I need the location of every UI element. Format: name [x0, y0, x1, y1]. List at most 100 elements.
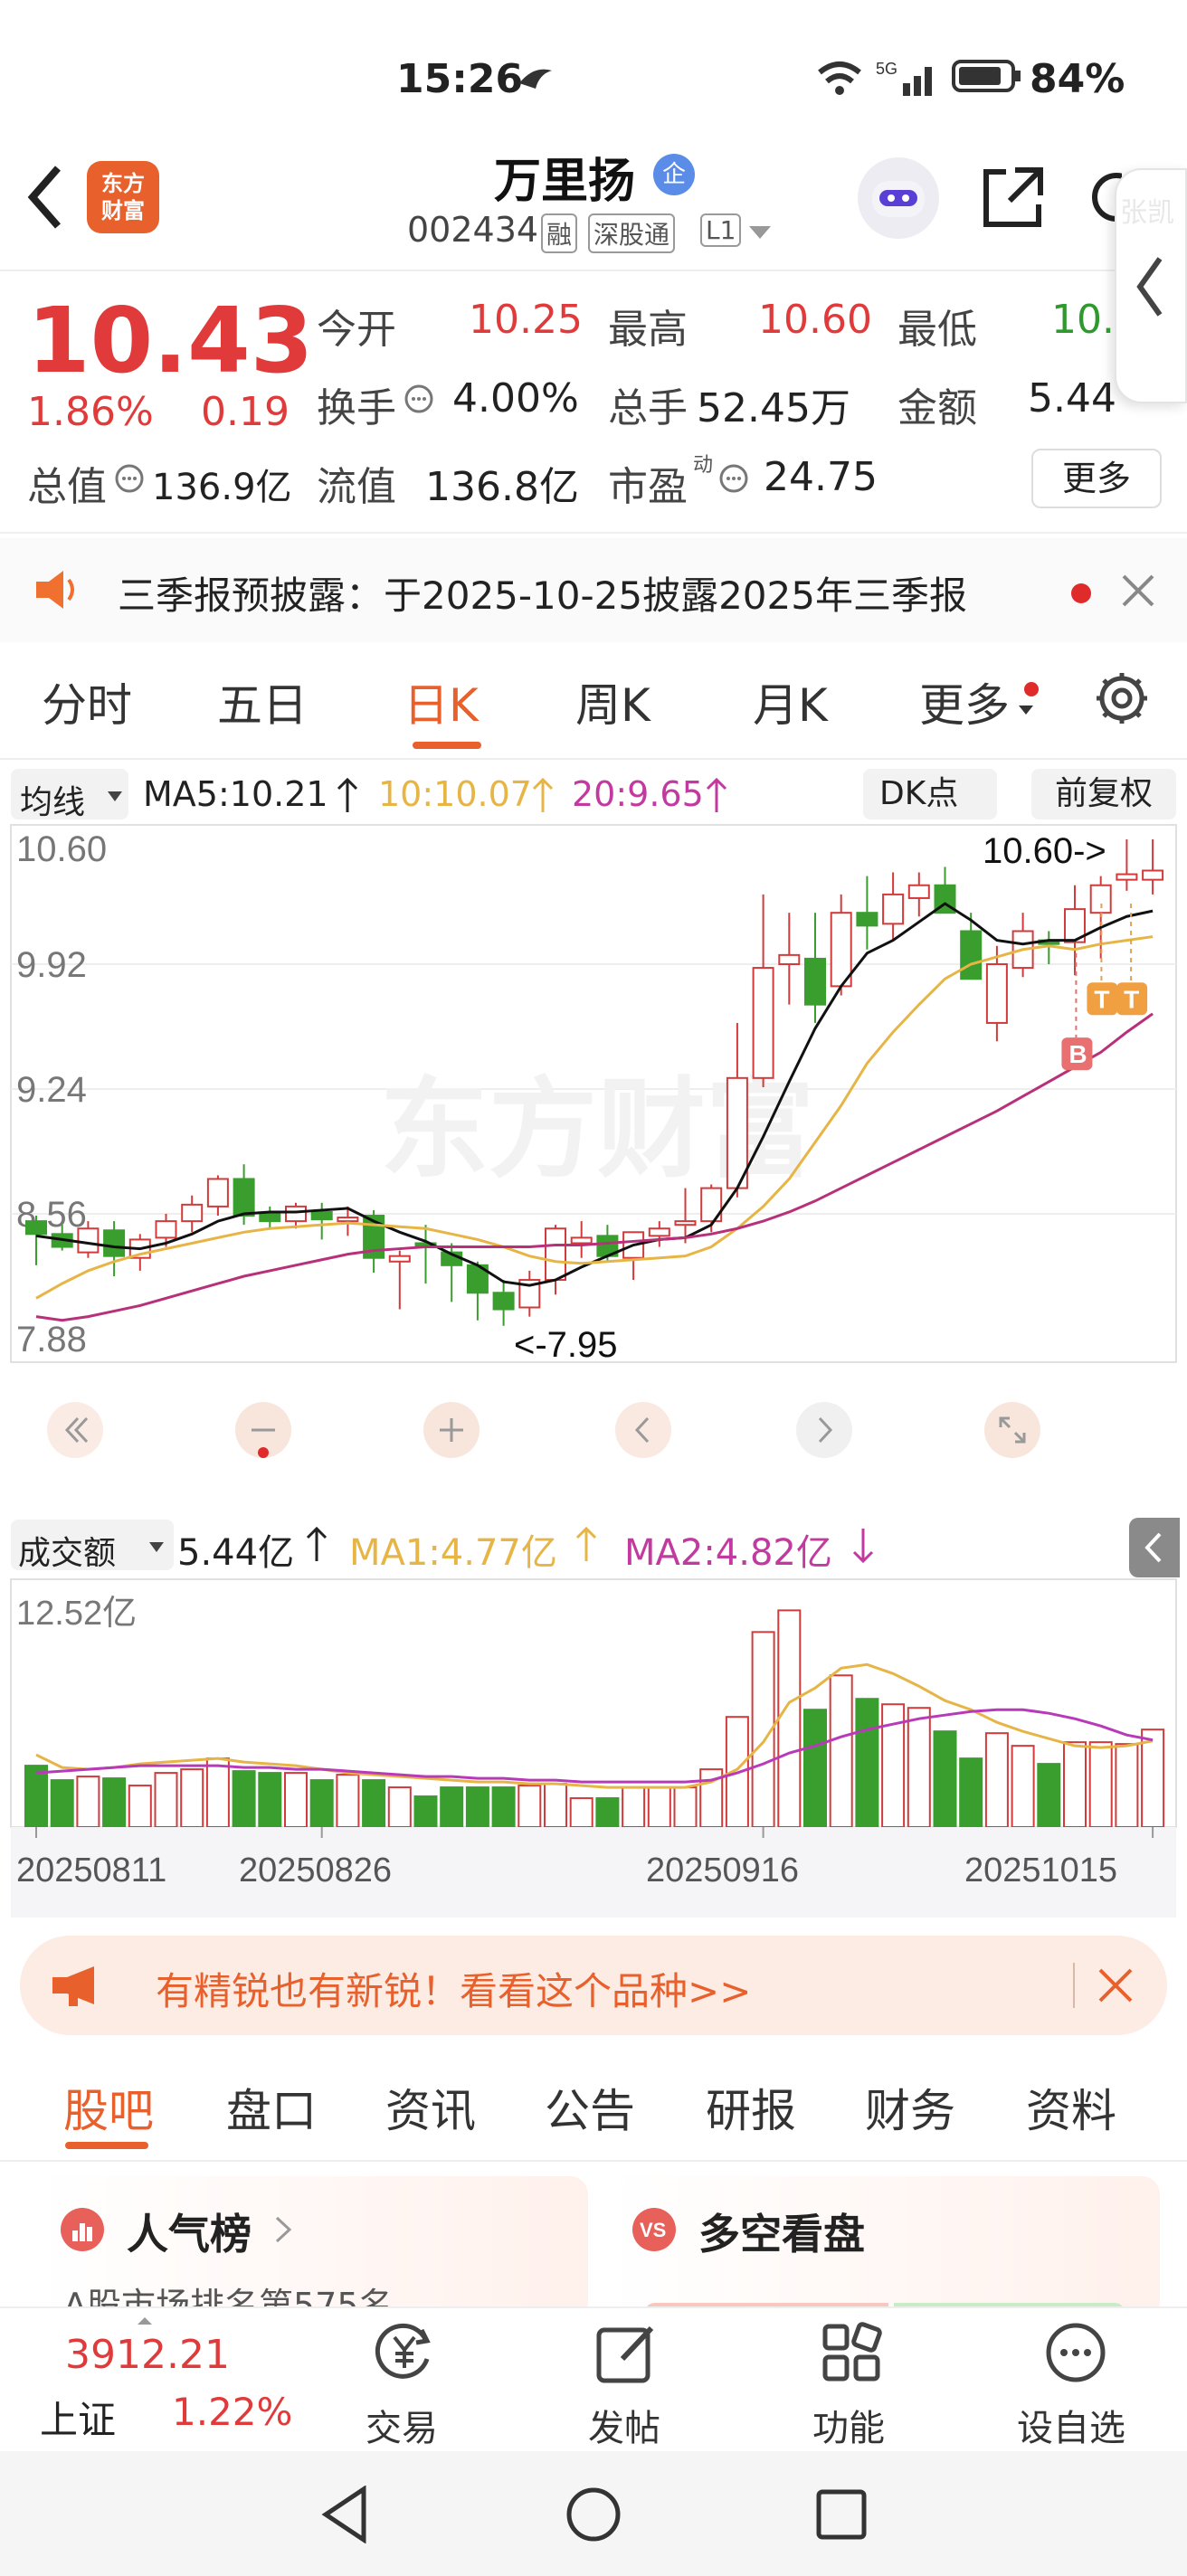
tab-intraday[interactable]: 分时	[42, 669, 132, 734]
yen-icon	[375, 2323, 431, 2379]
volume-bar	[803, 1709, 827, 1828]
bull-bear-card[interactable]: VS 多空看盘	[608, 2176, 1160, 2325]
notice-text: 三季报预披露：于2025-10-25披露2025年三季报	[118, 573, 967, 618]
index-change: 1.22%	[172, 2390, 293, 2434]
candle-body	[960, 930, 983, 980]
dropdown-icon[interactable]	[747, 224, 773, 242]
open-label: 今开	[317, 307, 396, 353]
chart-tabs: 分时 五日 日K 周K 月K 更多	[0, 642, 1187, 760]
info-icon[interactable]	[114, 463, 145, 494]
content-tabs: 股吧 盘口 资讯 公告 研报 财务 资料	[0, 2044, 1187, 2162]
volume-bar	[205, 1757, 230, 1828]
adjust-button[interactable]: 前复权	[1031, 769, 1176, 819]
candle-body	[285, 1205, 307, 1223]
back-triangle-icon[interactable]	[320, 2486, 369, 2543]
minus-icon	[252, 1428, 275, 1458]
vol-ma2-label: MA2:4.82亿	[624, 1532, 832, 1574]
volume-bar	[829, 1674, 853, 1828]
tab-weekly-k[interactable]: 周K	[575, 669, 650, 734]
stock-header: 东方 财富 万里扬 企 002434 融 深股通 L1 张凯	[0, 136, 1187, 403]
svg-text:VS: VS	[640, 2219, 666, 2241]
tab-five-day[interactable]: 五日	[217, 669, 308, 734]
battery-percent: 84%	[1030, 56, 1125, 102]
promo-banner[interactable]: 有精锐也有新锐！看看这个品种>>	[20, 1936, 1167, 2035]
promo-divider	[1073, 1963, 1075, 2008]
index-ticker[interactable]: 3912.21 上证 1.22%	[0, 2308, 326, 2453]
dk-point-button[interactable]: DK点	[863, 769, 997, 819]
candle-body	[103, 1229, 126, 1257]
pe-value: 24.75	[764, 454, 878, 500]
kline-chart[interactable]: 东方财富 10.609.929.248.567.88 10.60-><-7.95…	[0, 823, 1187, 1366]
recents-square-icon[interactable]	[814, 2487, 869, 2542]
chevron-down-icon	[108, 791, 122, 801]
low-value: 10.	[1051, 297, 1115, 343]
market-cap-label: 总值	[27, 464, 107, 510]
volume-bar	[413, 1795, 438, 1828]
status-bar: 15:26 5G 84%	[0, 0, 1187, 154]
feature-cards: 人气榜 A股市场排名第575名 VS 多空看盘	[0, 2162, 1187, 2325]
nav-functions-label: 功能	[812, 2408, 885, 2449]
tab-monthly-k[interactable]: 月K	[753, 669, 828, 734]
battery-icon	[952, 60, 1021, 92]
arrow-up-icon	[532, 778, 554, 812]
tab-daily-k[interactable]: 日K	[404, 669, 479, 734]
volume-chart[interactable]: 12.52亿 20250811 20250826 20250916 20251015	[0, 1577, 1187, 1918]
candle-body	[492, 1292, 515, 1311]
volume-selector[interactable]: 成交额	[11, 1520, 174, 1572]
index-name: 上证	[40, 2398, 117, 2442]
chevron-left-icon	[1144, 1532, 1162, 1563]
home-circle-icon[interactable]	[565, 2486, 622, 2543]
scroll-left-button[interactable]	[615, 1402, 671, 1458]
tab-profile[interactable]: 资料	[1026, 2075, 1116, 2140]
ma-selector[interactable]: 均线	[11, 769, 128, 821]
nav-post[interactable]: 发帖	[566, 2317, 684, 2449]
candle-body	[882, 893, 905, 925]
share-icon[interactable]	[979, 163, 1048, 232]
tag-margin: 融	[541, 213, 578, 253]
nav-trade[interactable]: 交易	[344, 2317, 461, 2449]
volume-bar	[336, 1774, 360, 1828]
fullscreen-button[interactable]	[984, 1402, 1040, 1458]
tab-announcements[interactable]: 公告	[545, 2075, 635, 2140]
vs-icon: VS	[632, 2208, 676, 2251]
notice-bar[interactable]: 三季报预披露：于2025-10-25披露2025年三季报	[0, 538, 1187, 642]
tab-financials[interactable]: 财务	[865, 2075, 955, 2140]
date-tick-label: 20250916	[646, 1852, 799, 1889]
close-icon[interactable]	[1120, 573, 1156, 609]
bull-bear-title: 多空看盘	[698, 2210, 865, 2259]
close-icon[interactable]	[1097, 1966, 1135, 2004]
nav-add-watchlist[interactable]: 设自选	[1013, 2317, 1140, 2449]
popularity-title: 人气榜	[127, 2210, 252, 2259]
active-tab-indicator	[413, 742, 481, 749]
nav-add-watchlist-label: 设自选	[1017, 2408, 1125, 2449]
info-icon[interactable]	[404, 384, 434, 414]
turnover-amount: 5.44亿	[177, 1532, 295, 1574]
info-icon[interactable]	[718, 463, 749, 494]
nav-functions[interactable]: 功能	[791, 2317, 908, 2449]
volume-bar	[491, 1786, 516, 1828]
enterprise-badge: 企	[653, 154, 695, 195]
tab-news[interactable]: 资讯	[385, 2075, 476, 2140]
scroll-right-button[interactable]	[796, 1402, 852, 1458]
svg-text:5G: 5G	[876, 60, 897, 78]
volume-bar	[673, 1786, 698, 1828]
zoom-out-button[interactable]	[235, 1402, 291, 1458]
pe-label: 市盈	[608, 464, 688, 510]
collapse-indicators-button[interactable]	[1129, 1518, 1180, 1577]
assistant-avatar[interactable]	[858, 157, 939, 239]
scroll-left-fast-button[interactable]	[47, 1402, 103, 1458]
tab-more[interactable]: 更多	[919, 669, 1010, 734]
chevron-down-icon	[149, 1542, 164, 1552]
tab-forum[interactable]: 股吧	[63, 2075, 154, 2140]
popularity-card[interactable]: 人气榜 A股市场排名第575名	[36, 2176, 588, 2325]
more-button[interactable]: 更多	[1031, 449, 1162, 508]
back-icon[interactable]	[25, 163, 65, 232]
market-cap-value: 136.9亿	[152, 467, 292, 508]
candle-body	[25, 1220, 47, 1236]
tab-research[interactable]: 研报	[706, 2075, 796, 2140]
tab-orderbook[interactable]: 盘口	[226, 2075, 317, 2140]
candle-body	[570, 1236, 593, 1245]
candle-body	[1116, 873, 1138, 881]
zoom-in-button[interactable]	[423, 1402, 480, 1458]
settings-icon[interactable]	[1093, 669, 1151, 727]
